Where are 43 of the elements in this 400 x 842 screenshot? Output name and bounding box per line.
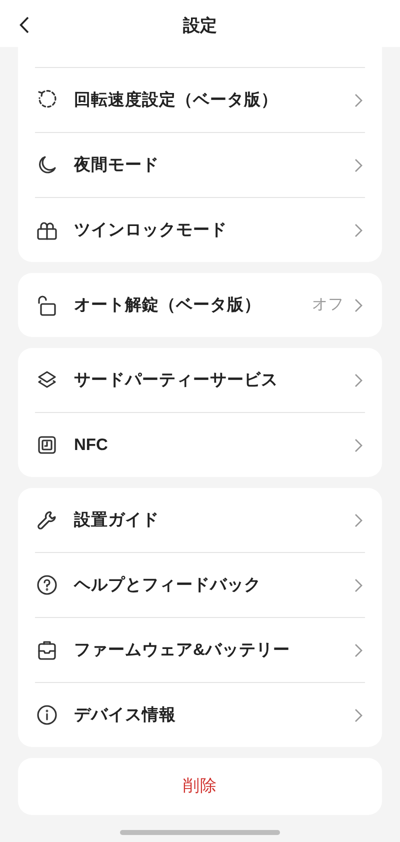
settings-row[interactable]: 設置ガイド	[35, 488, 365, 552]
row-label: ファームウェア&バッテリー	[74, 640, 290, 661]
page-title: 設定	[183, 15, 217, 38]
delete-button[interactable]: 削除	[18, 758, 382, 815]
row-label: 設置ガイド	[74, 510, 159, 531]
settings-row[interactable]: 夜間モード	[35, 133, 365, 197]
settings-row[interactable]: サードパーティーサービス	[35, 348, 365, 412]
chevron-right-icon	[354, 438, 363, 452]
settings-row[interactable]: ツインロックモード	[35, 198, 365, 262]
chevron-right-icon	[354, 372, 363, 388]
chevron-right-icon	[354, 642, 363, 658]
layers-icon	[36, 369, 58, 391]
settings-row[interactable]: ヘルプとフィードバック	[35, 553, 365, 617]
chevron-right-icon	[354, 578, 363, 592]
help-icon	[36, 574, 58, 596]
row-label: デバイス情報	[74, 704, 176, 726]
moon-icon	[36, 154, 58, 176]
row-label: サードパーティーサービス	[74, 370, 278, 391]
chevron-right-icon	[354, 158, 363, 172]
row-label: ヘルプとフィードバック	[74, 574, 261, 596]
row-label: ツインロックモード	[74, 220, 227, 241]
tray-icon	[36, 639, 58, 661]
row-value: オフ	[312, 295, 344, 316]
settings-row[interactable]: 回転速度設定（ベータ版）	[35, 68, 365, 132]
row-label: 夜間モード	[74, 154, 159, 176]
chevron-right-icon	[354, 708, 363, 722]
chevron-right-icon	[354, 298, 363, 312]
padlocks-icon	[36, 219, 58, 241]
nfc-tag-icon	[36, 434, 58, 456]
settings-row[interactable]: NFC	[35, 413, 365, 477]
chevron-right-icon	[354, 512, 363, 528]
row-label: オート解錠（ベータ版）	[74, 294, 261, 316]
back-icon[interactable]	[19, 16, 30, 34]
settings-row[interactable]: デバイス情報	[35, 683, 365, 747]
open-padlock-icon	[36, 294, 58, 316]
chevron-right-icon	[354, 92, 363, 108]
info-icon	[36, 704, 58, 726]
wrench-icon	[36, 509, 58, 531]
row-label: 回転速度設定（ベータ版）	[74, 90, 278, 111]
row-label: NFC	[74, 434, 108, 456]
settings-row[interactable]: ファームウェア&バッテリー	[35, 618, 365, 682]
settings-row[interactable]: オート解錠（ベータ版） オフ	[35, 273, 365, 337]
chevron-right-icon	[354, 222, 363, 238]
